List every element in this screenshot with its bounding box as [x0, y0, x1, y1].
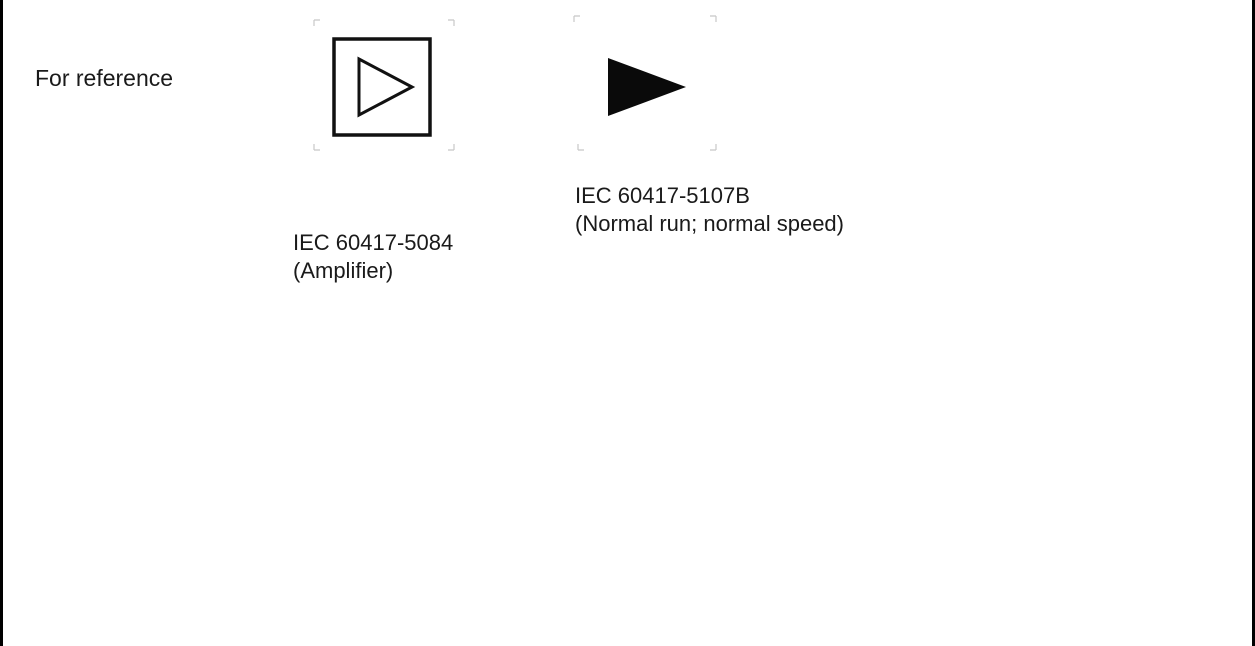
reference-label: For reference — [35, 65, 174, 91]
amplifier-symbol-icon — [313, 19, 455, 151]
amplifier-code: IEC 60417-5084 — [293, 230, 454, 255]
amplifier-description: (Amplifier) — [293, 258, 394, 283]
normal-run-code: IEC 60417-5107B — [575, 183, 750, 208]
normal-run-description: (Normal run; normal speed) — [575, 211, 844, 236]
amplifier-caption: IEC 60417-5084 (Amplifier) — [293, 229, 453, 285]
normal-run-symbol-icon — [573, 15, 717, 151]
normal-run-caption: IEC 60417-5107B (Normal run; normal spee… — [575, 182, 844, 238]
